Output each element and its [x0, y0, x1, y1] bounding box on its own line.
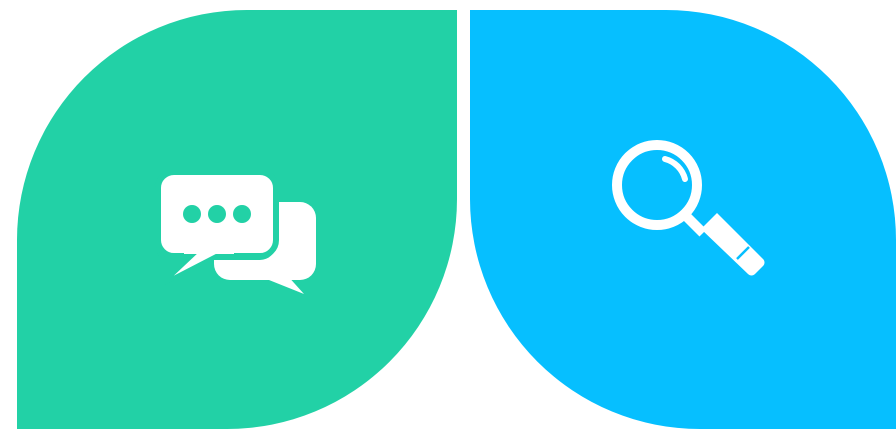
chat-tile[interactable]: [17, 10, 457, 429]
search-tile[interactable]: [470, 10, 896, 429]
magnifying-glass-icon: [612, 140, 765, 276]
feature-tiles: [0, 0, 896, 429]
chat-bubbles-icon: [154, 172, 316, 294]
